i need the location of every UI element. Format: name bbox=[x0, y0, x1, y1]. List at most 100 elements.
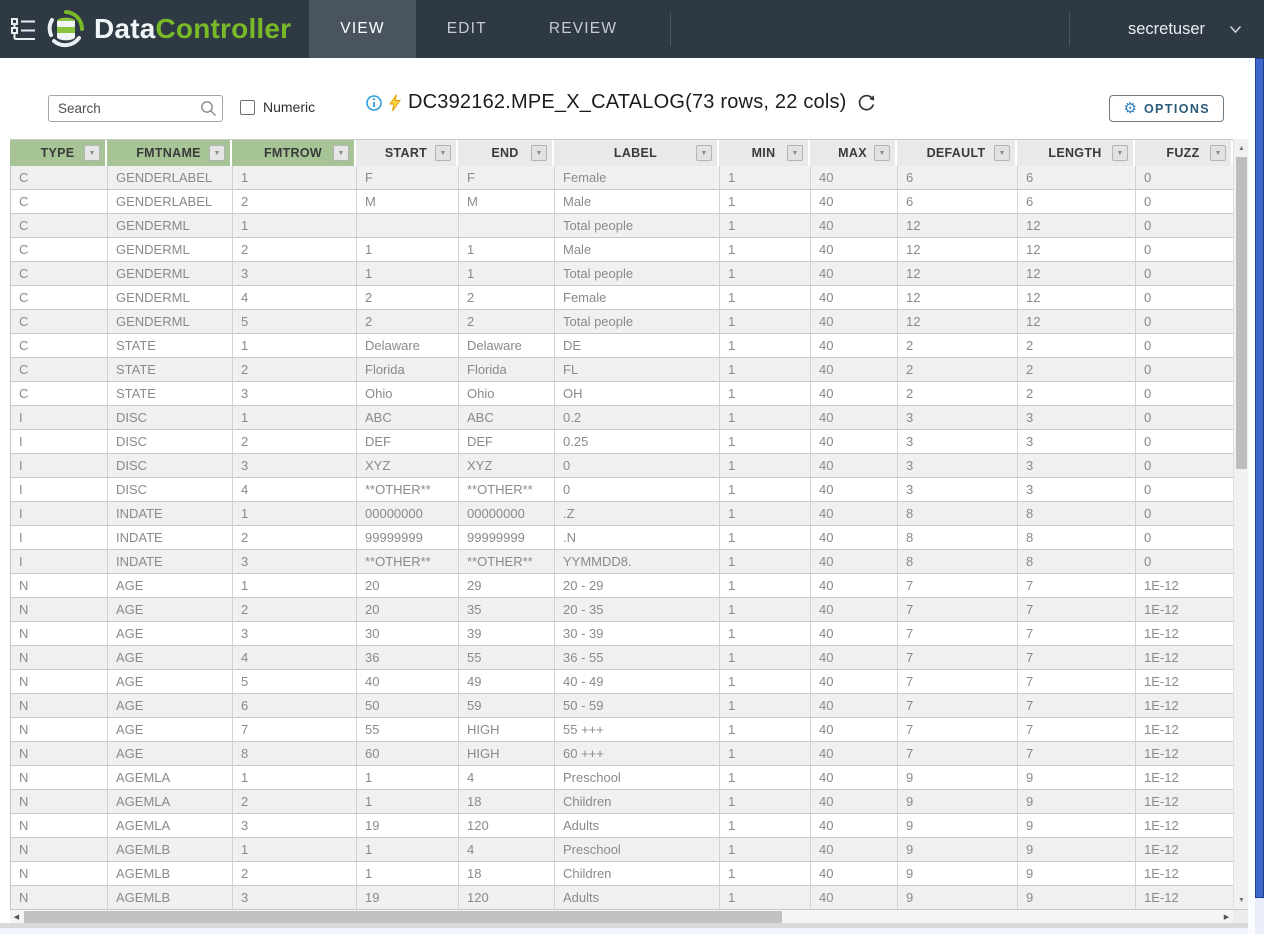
lightning-bolt-icon[interactable] bbox=[389, 94, 401, 112]
cell: 40 bbox=[811, 502, 898, 525]
filter-icon[interactable]: ▼ bbox=[696, 145, 712, 161]
cell: 1E-12 bbox=[1136, 646, 1234, 669]
cell: INDATE bbox=[108, 550, 233, 573]
cell: ABC bbox=[459, 406, 555, 429]
column-header-type[interactable]: TYPE ▼ bbox=[10, 140, 107, 166]
numeric-checkbox[interactable] bbox=[240, 100, 255, 115]
scroll-right-icon[interactable]: ▶ bbox=[1220, 910, 1233, 924]
column-label: TYPE bbox=[41, 146, 75, 160]
cell: DISC bbox=[108, 406, 233, 429]
cell: GENDERLABEL bbox=[108, 166, 233, 189]
info-icon[interactable] bbox=[366, 95, 382, 111]
cell: 1 bbox=[720, 430, 811, 453]
horizontal-scroll-thumb[interactable] bbox=[24, 911, 782, 923]
cell: 7 bbox=[898, 598, 1018, 621]
filter-icon[interactable]: ▼ bbox=[874, 145, 890, 161]
cell: 40 bbox=[811, 430, 898, 453]
cell: 40 bbox=[811, 478, 898, 501]
cell: N bbox=[11, 622, 108, 645]
cell: 1 bbox=[720, 766, 811, 789]
tab-view[interactable]: VIEW bbox=[309, 0, 415, 58]
column-header-label[interactable]: LABEL▼ bbox=[554, 140, 719, 166]
search-input[interactable] bbox=[48, 95, 223, 122]
cell: 3 bbox=[898, 406, 1018, 429]
scroll-left-icon[interactable]: ◀ bbox=[10, 910, 23, 924]
brand-name: DataController bbox=[94, 13, 291, 45]
cell: 8 bbox=[1018, 502, 1136, 525]
table-row: NAGE6505950 - 59140771E-12 bbox=[11, 694, 1248, 718]
cell: 7 bbox=[898, 670, 1018, 693]
cell: 1 bbox=[720, 478, 811, 501]
filter-icon[interactable]: ▼ bbox=[531, 145, 547, 161]
cell: AGEMLB bbox=[108, 862, 233, 885]
cell: 0 bbox=[1136, 358, 1234, 381]
vertical-scrollbar[interactable]: ▲ ▼ bbox=[1233, 139, 1248, 909]
options-button[interactable]: ⚙ OPTIONS bbox=[1109, 95, 1224, 122]
cell: 0.25 bbox=[555, 430, 720, 453]
horizontal-scrollbar[interactable]: ◀ ▶ bbox=[10, 910, 1233, 924]
page-scroll-thumb[interactable] bbox=[1255, 58, 1264, 898]
cell: 1 bbox=[720, 262, 811, 285]
refresh-icon[interactable] bbox=[857, 93, 876, 112]
column-header-min[interactable]: MIN▼ bbox=[719, 140, 810, 166]
column-header-max[interactable]: MAX ▼ bbox=[810, 140, 897, 166]
cell: 40 bbox=[811, 646, 898, 669]
filter-icon[interactable]: ▼ bbox=[435, 145, 451, 161]
filter-icon[interactable]: ▼ bbox=[1112, 145, 1128, 161]
cell: 35 bbox=[459, 598, 555, 621]
cell: 1E-12 bbox=[1136, 886, 1234, 909]
column-header-start[interactable]: START▼ bbox=[356, 140, 458, 166]
cell: 1 bbox=[720, 382, 811, 405]
filter-icon[interactable]: ▼ bbox=[994, 145, 1010, 161]
scroll-up-icon[interactable]: ▲ bbox=[1234, 141, 1249, 155]
column-header-default[interactable]: DEFAULT▼ bbox=[897, 140, 1017, 166]
filter-icon[interactable]: ▼ bbox=[209, 145, 225, 161]
cell: AGE bbox=[108, 574, 233, 597]
cell: 7 bbox=[1018, 646, 1136, 669]
filter-icon[interactable]: ▼ bbox=[787, 145, 803, 161]
cell: **OTHER** bbox=[357, 478, 459, 501]
cell: N bbox=[11, 814, 108, 837]
tab-edit[interactable]: EDIT bbox=[416, 0, 518, 58]
table-row: NAGEMLA114Preschool140991E-12 bbox=[11, 766, 1248, 790]
column-header-end[interactable]: END▼ bbox=[458, 140, 554, 166]
vertical-scroll-thumb[interactable] bbox=[1236, 157, 1247, 469]
cell: C bbox=[11, 166, 108, 189]
cell: 1 bbox=[233, 334, 357, 357]
column-header-fmtrow[interactable]: FMTROW▼ bbox=[232, 140, 356, 166]
page-scrollbar[interactable] bbox=[1255, 58, 1264, 934]
cell: Delaware bbox=[459, 334, 555, 357]
cell: 3 bbox=[1018, 454, 1136, 477]
table-row: CGENDERML1Total people14012120 bbox=[11, 214, 1248, 238]
cell: 40 bbox=[811, 790, 898, 813]
cell: 1E-12 bbox=[1136, 622, 1234, 645]
user-menu[interactable]: secretuser bbox=[1069, 0, 1264, 58]
scroll-down-icon[interactable]: ▼ bbox=[1234, 893, 1249, 907]
cell: 55 +++ bbox=[555, 718, 720, 741]
cell: 1 bbox=[233, 502, 357, 525]
cell: Ohio bbox=[459, 382, 555, 405]
filter-icon[interactable]: ▼ bbox=[1210, 145, 1226, 161]
filter-icon[interactable]: ▼ bbox=[84, 145, 100, 161]
filter-icon[interactable]: ▼ bbox=[333, 145, 349, 161]
app-logo[interactable]: DataController bbox=[46, 9, 309, 49]
cell: N bbox=[11, 790, 108, 813]
cell: 9 bbox=[1018, 814, 1136, 837]
cell: Male bbox=[555, 238, 720, 261]
cell: 2 bbox=[898, 358, 1018, 381]
cell: 40 bbox=[811, 454, 898, 477]
tree-menu-icon[interactable] bbox=[0, 0, 46, 58]
column-header-fuzz[interactable]: FUZZ▼ bbox=[1135, 140, 1233, 166]
tab-review[interactable]: REVIEW bbox=[518, 0, 648, 58]
cell: **OTHER** bbox=[459, 550, 555, 573]
cell: 6 bbox=[233, 694, 357, 717]
cell: 9 bbox=[898, 766, 1018, 789]
column-label: MAX bbox=[838, 146, 867, 160]
column-header-length[interactable]: LENGTH▼ bbox=[1017, 140, 1135, 166]
cell: 0 bbox=[1136, 550, 1234, 573]
cell: 3 bbox=[233, 814, 357, 837]
table-header-row: TYPE▼FMTNAME▼FMTROW▼START▼END▼LABEL▼MIN▼… bbox=[10, 139, 1248, 165]
cell: 1 bbox=[357, 766, 459, 789]
cell: AGEMLA bbox=[108, 766, 233, 789]
column-header-fmtname[interactable]: FMTNAME▼ bbox=[107, 140, 232, 166]
